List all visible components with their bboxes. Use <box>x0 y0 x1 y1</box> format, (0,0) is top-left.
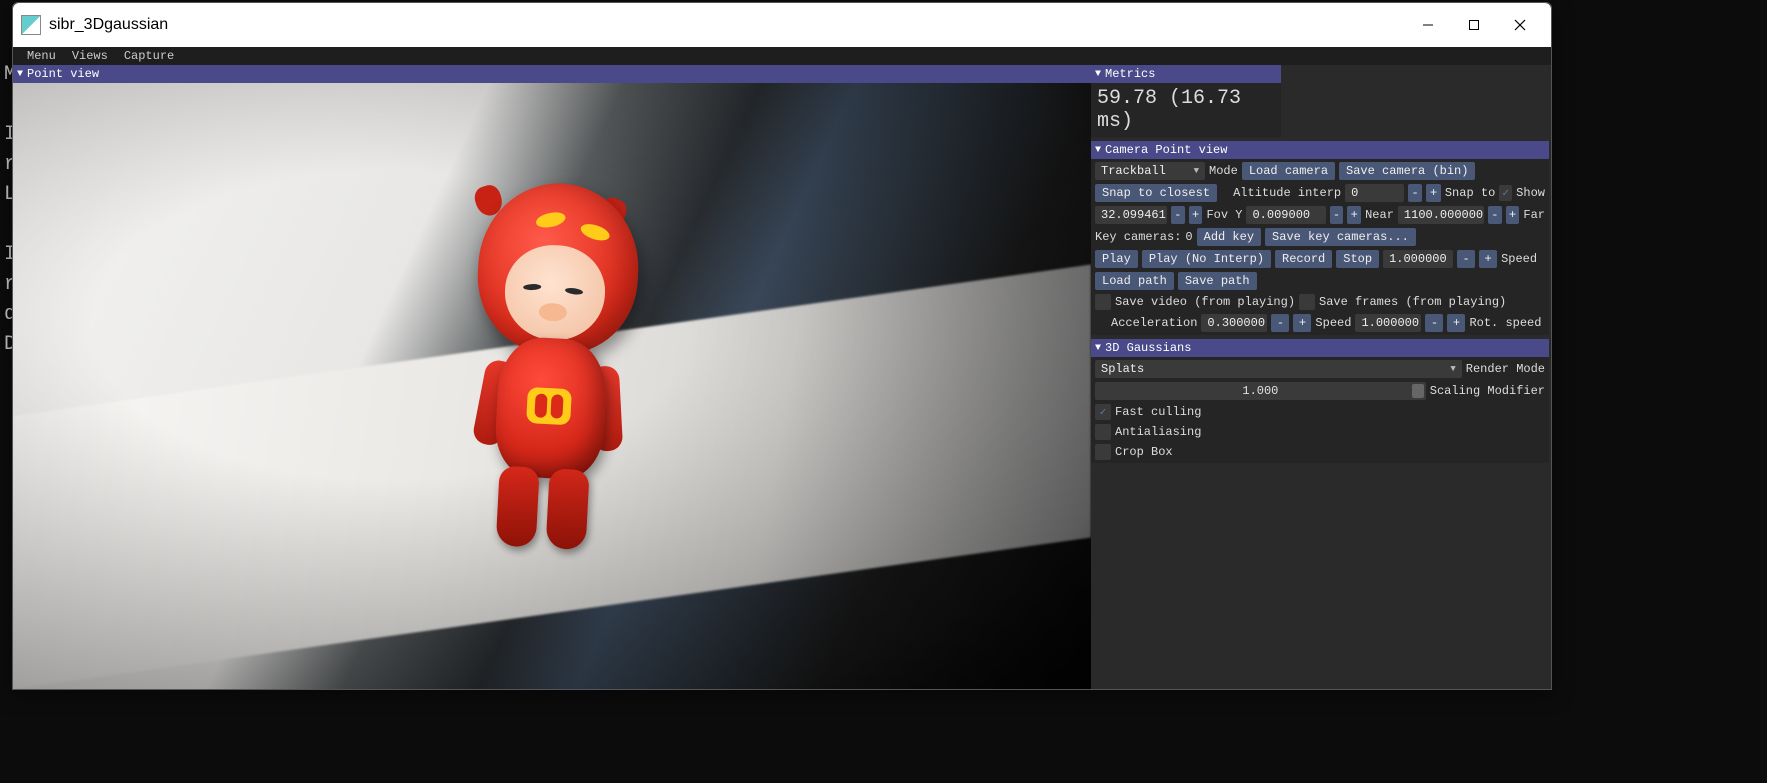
render-viewport[interactable] <box>13 83 1091 689</box>
far-input[interactable]: 1100.000000 <box>1398 206 1484 224</box>
metrics-value: 59.78 (16.73 ms) <box>1091 83 1281 137</box>
speed2-label: Speed <box>1315 316 1351 330</box>
camera-panel: ▼ Camera Point view Trackball▼ Mode Load… <box>1091 141 1549 335</box>
speed-label: Speed <box>1501 252 1537 266</box>
save-video-checkbox[interactable] <box>1095 294 1111 310</box>
metrics-panel: ▼ Metrics 59.78 (16.73 ms) <box>1091 65 1549 137</box>
save-path-button[interactable]: Save path <box>1178 272 1257 290</box>
key-cameras-count: 0 <box>1185 230 1192 244</box>
fov-plus-button[interactable]: + <box>1189 206 1203 224</box>
window-title: sibr_3Dgaussian <box>49 16 1405 34</box>
scaling-label: Scaling Modifier <box>1430 384 1545 398</box>
speed2-input[interactable]: 1.000000 <box>1355 314 1421 332</box>
speed2-minus-button[interactable]: - <box>1425 314 1443 332</box>
speed-minus-button[interactable]: - <box>1457 250 1475 268</box>
fov-input[interactable]: 32.099461 <box>1095 206 1167 224</box>
crop-box-checkbox[interactable] <box>1095 444 1111 460</box>
mode-label: Mode <box>1209 164 1238 178</box>
chevron-down-icon: ▼ <box>1450 364 1455 374</box>
altitude-minus-button[interactable]: - <box>1408 184 1423 202</box>
near-input[interactable]: 0.009000 <box>1246 206 1325 224</box>
show-label: Show <box>1516 186 1545 200</box>
rendered-scene <box>13 83 1091 689</box>
altitude-label: Altitude interp <box>1233 186 1341 200</box>
play-no-interp-button[interactable]: Play (No Interp) <box>1142 250 1271 268</box>
far-plus-button[interactable]: + <box>1506 206 1520 224</box>
fov-label: Fov Y <box>1206 208 1242 222</box>
scaling-slider[interactable]: 1.000 <box>1095 382 1426 400</box>
camera-header-label: Camera Point view <box>1105 143 1227 157</box>
fast-culling-label: Fast culling <box>1115 405 1201 419</box>
save-key-cameras-button[interactable]: Save key cameras... <box>1265 228 1416 246</box>
speed-input[interactable]: 1.000000 <box>1383 250 1453 268</box>
speed-plus-button[interactable]: + <box>1479 250 1497 268</box>
stop-button[interactable]: Stop <box>1336 250 1379 268</box>
acceleration-minus-button[interactable]: - <box>1271 314 1289 332</box>
collapse-arrow-icon: ▼ <box>1095 343 1101 354</box>
menu-item-capture[interactable]: Capture <box>116 49 182 63</box>
load-path-button[interactable]: Load path <box>1095 272 1174 290</box>
far-minus-button[interactable]: - <box>1488 206 1502 224</box>
acceleration-input[interactable]: 0.300000 <box>1201 314 1267 332</box>
maximize-button[interactable] <box>1451 9 1497 41</box>
gaussians-header-label: 3D Gaussians <box>1105 341 1191 355</box>
menu-item-menu[interactable]: Menu <box>19 49 64 63</box>
titlebar[interactable]: sibr_3Dgaussian <box>13 3 1551 47</box>
snap-to-closest-button[interactable]: Snap to closest <box>1095 184 1217 202</box>
add-key-button[interactable]: Add key <box>1197 228 1261 246</box>
play-button[interactable]: Play <box>1095 250 1138 268</box>
collapse-arrow-icon: ▼ <box>1095 145 1101 156</box>
camera-mode-dropdown[interactable]: Trackball▼ <box>1095 162 1205 180</box>
collapse-arrow-icon: ▼ <box>1095 69 1101 80</box>
save-video-label: Save video (from playing) <box>1115 295 1295 309</box>
viewport-header[interactable]: ▼ Point view <box>13 65 1091 83</box>
menu-item-views[interactable]: Views <box>64 49 116 63</box>
near-minus-button[interactable]: - <box>1330 206 1344 224</box>
near-plus-button[interactable]: + <box>1347 206 1361 224</box>
render-mode-dropdown[interactable]: Splats▼ <box>1095 360 1462 378</box>
close-button[interactable] <box>1497 9 1543 41</box>
acceleration-plus-button[interactable]: + <box>1293 314 1311 332</box>
minimize-button[interactable] <box>1405 9 1451 41</box>
near-label: Near <box>1365 208 1394 222</box>
rot-speed-label: Rot. speed <box>1469 316 1541 330</box>
metrics-header[interactable]: ▼ Metrics <box>1091 65 1281 83</box>
viewport-header-label: Point view <box>27 67 99 81</box>
antialiasing-checkbox[interactable] <box>1095 424 1111 440</box>
acceleration-label: Acceleration <box>1111 316 1197 330</box>
app-window: sibr_3Dgaussian Menu Views Capture ▼ Poi… <box>12 2 1552 690</box>
altitude-plus-button[interactable]: + <box>1426 184 1441 202</box>
camera-header[interactable]: ▼ Camera Point view <box>1091 141 1549 159</box>
collapse-arrow-icon: ▼ <box>17 69 23 80</box>
app-icon <box>21 15 41 35</box>
render-mode-label: Render Mode <box>1466 362 1545 376</box>
show-checkbox[interactable]: ✓ <box>1499 185 1512 201</box>
gaussians-panel: ▼ 3D Gaussians Splats▼ Render Mode 1.000 <box>1091 339 1549 463</box>
antialiasing-label: Antialiasing <box>1115 425 1201 439</box>
chevron-down-icon: ▼ <box>1194 166 1199 176</box>
key-cameras-label: Key cameras: <box>1095 230 1181 244</box>
side-panel: ▼ Metrics 59.78 (16.73 ms) ▼ Camera Poin… <box>1091 65 1551 689</box>
fov-minus-button[interactable]: - <box>1171 206 1185 224</box>
altitude-input[interactable]: 0 <box>1345 184 1404 202</box>
snap-to-label: Snap to <box>1445 186 1495 200</box>
fast-culling-checkbox[interactable]: ✓ <box>1095 404 1111 420</box>
gaussians-header[interactable]: ▼ 3D Gaussians <box>1091 339 1549 357</box>
slider-handle[interactable] <box>1412 384 1424 398</box>
crop-box-label: Crop Box <box>1115 445 1173 459</box>
menubar: Menu Views Capture <box>13 47 1551 65</box>
save-camera-button[interactable]: Save camera (bin) <box>1339 162 1475 180</box>
save-frames-checkbox[interactable] <box>1299 294 1315 310</box>
save-frames-label: Save frames (from playing) <box>1319 295 1506 309</box>
metrics-header-label: Metrics <box>1105 67 1155 81</box>
record-button[interactable]: Record <box>1275 250 1332 268</box>
far-label: Far <box>1523 208 1545 222</box>
speed2-plus-button[interactable]: + <box>1447 314 1465 332</box>
load-camera-button[interactable]: Load camera <box>1242 162 1335 180</box>
